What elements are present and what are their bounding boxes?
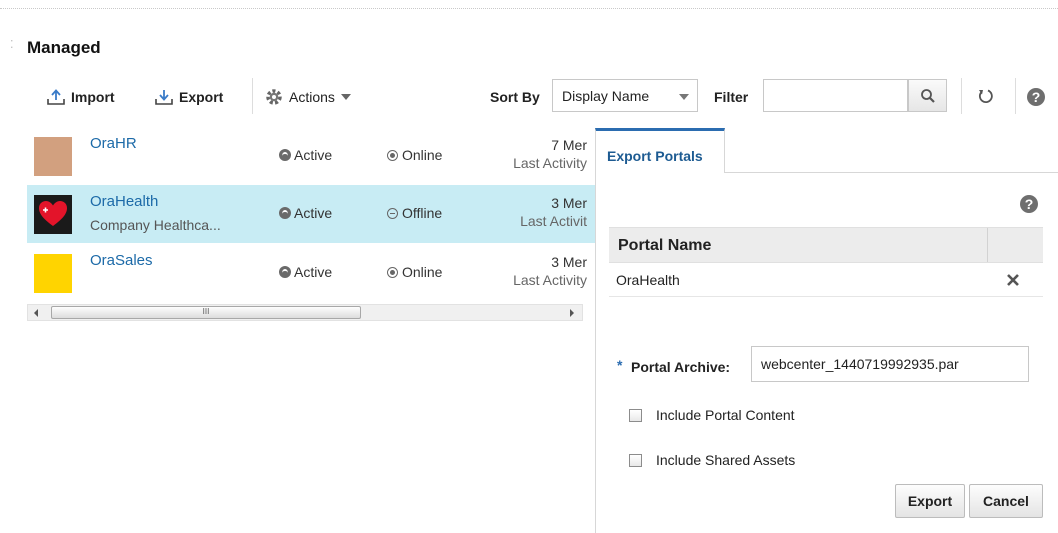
sort-value: Display Name [562,87,650,104]
heart-icon [39,201,67,226]
portal-name-cell: OraHealth [616,272,680,288]
portal-archive-input[interactable] [751,346,1029,382]
svg-text:?: ? [1032,89,1041,105]
portal-description: Company Healthca... [90,217,221,233]
portal-name-column: Portal Name [618,237,712,254]
export-submit-button[interactable]: Export [895,484,965,518]
svg-text:?: ? [1025,196,1034,212]
filter-input[interactable] [763,79,908,112]
export-label: Export [179,89,224,105]
scrollbar-thumb[interactable]: III [51,306,361,319]
include-shared-assets-option[interactable]: Include Shared Assets [629,452,795,468]
splitter-grip-icon[interactable]: ⁚ [10,38,15,52]
active-status-icon [279,266,291,278]
status-online: Online [387,264,442,280]
portal-table-header: Portal Name [609,227,1043,263]
export-panel: Export Portals [595,128,1058,533]
table-row: OraHealth [609,263,1043,297]
chevron-down-icon [679,94,689,100]
active-status-icon [279,149,291,161]
horizontal-scrollbar[interactable]: III [27,304,583,321]
sort-select[interactable]: Display Name [552,79,698,112]
portal-name-link[interactable]: OraSales [90,252,153,269]
import-icon [47,89,65,105]
sort-by-label: Sort By [490,89,540,105]
chevron-down-icon [340,94,351,100]
members-info: 7 Mer Last Activity [513,137,587,171]
tab-export-portals[interactable]: Export Portals [595,128,725,173]
members-info: 3 Mer Last Activit [520,195,587,229]
actions-menu[interactable]: Actions [264,86,351,108]
status-active: Active [279,147,332,163]
toolbar-separator [252,78,253,114]
include-portal-content-label: Include Portal Content [656,407,795,423]
actions-label: Actions [289,89,335,105]
help-icon: ? [1027,88,1045,106]
status-offline: Offline [387,205,442,221]
column-divider [987,228,988,262]
members-info: 3 Mer Last Activity [513,254,587,288]
top-divider [0,8,1058,9]
refresh-icon [979,89,993,103]
import-label: Import [71,89,115,105]
filter-label: Filter [714,89,749,105]
search-button[interactable] [908,79,947,112]
include-portal-content-option[interactable]: Include Portal Content [629,407,795,423]
help-button[interactable]: ? [1025,86,1047,108]
required-marker: * [617,357,623,373]
refresh-button[interactable] [973,84,999,108]
export-icon [155,90,173,105]
include-portal-content-checkbox[interactable] [629,408,642,422]
scroll-left-icon[interactable] [34,309,38,317]
portal-archive-label: Portal Archive: [631,359,731,375]
portal-row[interactable]: OraHR Active Online 7 Mer Last Activity [27,127,595,185]
online-icon [387,266,398,278]
status-online: Online [387,147,442,163]
search-icon [920,88,935,103]
portal-row[interactable]: OraSales Active Online 3 Mer Last Activit… [27,244,595,302]
panel-help-button[interactable]: ? [1019,194,1039,217]
offline-icon [387,207,398,219]
include-shared-assets-checkbox[interactable] [629,453,642,467]
cancel-button[interactable]: Cancel [969,484,1043,518]
portal-thumbnail [34,195,72,234]
status-active: Active [279,264,332,280]
toolbar-separator [1015,78,1016,114]
include-shared-assets-label: Include Shared Assets [656,452,796,468]
portal-name-link[interactable]: OraHealth [90,193,158,210]
active-status-icon [279,207,291,219]
close-icon [1007,274,1019,286]
scroll-right-icon[interactable] [570,309,574,317]
export-button[interactable]: Export [154,86,223,108]
toolbar-separator [961,78,962,114]
help-icon: ? [1020,195,1038,213]
portal-thumbnail [34,137,72,176]
status-active: Active [279,205,332,221]
portal-name-link[interactable]: OraHR [90,135,137,152]
portal-row[interactable]: OraHealth Company Healthca... Active Off… [27,185,595,243]
gear-icon [266,89,282,105]
import-button[interactable]: Import [46,86,115,108]
portal-thumbnail [34,254,72,293]
page-title: Managed [27,38,101,57]
remove-button[interactable] [1006,273,1020,290]
online-icon [387,149,398,161]
